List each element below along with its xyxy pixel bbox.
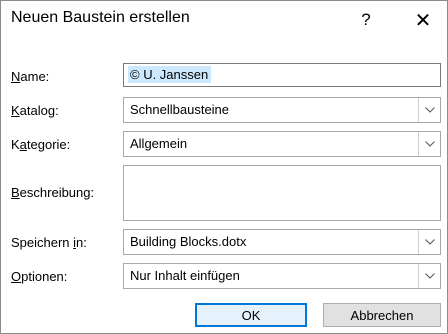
close-icon: ✕ <box>414 9 432 32</box>
katalog-label: Katalog: <box>11 103 59 118</box>
kategorie-label: Kategorie: <box>11 137 71 152</box>
kategorie-value: Allgemein <box>130 136 188 151</box>
close-button[interactable]: ✕ <box>406 5 440 35</box>
name-value: © U. Janssen <box>128 66 212 83</box>
speichern-select[interactable]: Building Blocks.dotx <box>123 229 441 255</box>
optionen-label: Optionen: <box>11 269 68 284</box>
optionen-value: Nur Inhalt einfügen <box>130 268 240 283</box>
dialog-title: Neuen Baustein erstellen <box>11 9 190 26</box>
create-building-block-dialog: Neuen Baustein erstellen ? ✕ Name: © U. … <box>0 0 448 334</box>
katalog-select[interactable]: Schnellbausteine <box>123 97 441 123</box>
name-label: Name: <box>11 69 50 84</box>
title-bar: Neuen Baustein erstellen ? ✕ <box>1 1 447 39</box>
speichern-label: Speichern in: <box>11 235 87 250</box>
help-icon: ? <box>361 10 371 29</box>
help-button[interactable]: ? <box>349 5 383 35</box>
ok-button[interactable]: OK <box>195 303 307 327</box>
beschreibung-textarea[interactable] <box>123 165 441 221</box>
cancel-button[interactable]: Abbrechen <box>323 303 441 327</box>
beschreibung-label: Beschreibung: <box>11 185 95 200</box>
katalog-value: Schnellbausteine <box>130 102 230 117</box>
speichern-value: Building Blocks.dotx <box>130 234 247 249</box>
optionen-select[interactable]: Nur Inhalt einfügen <box>123 263 441 289</box>
chevron-down-icon[interactable] <box>418 230 440 254</box>
chevron-down-icon[interactable] <box>418 132 440 156</box>
chevron-down-icon[interactable] <box>418 264 440 288</box>
chevron-down-icon[interactable] <box>418 98 440 122</box>
name-input[interactable]: © U. Janssen <box>123 63 441 87</box>
kategorie-select[interactable]: Allgemein <box>123 131 441 157</box>
